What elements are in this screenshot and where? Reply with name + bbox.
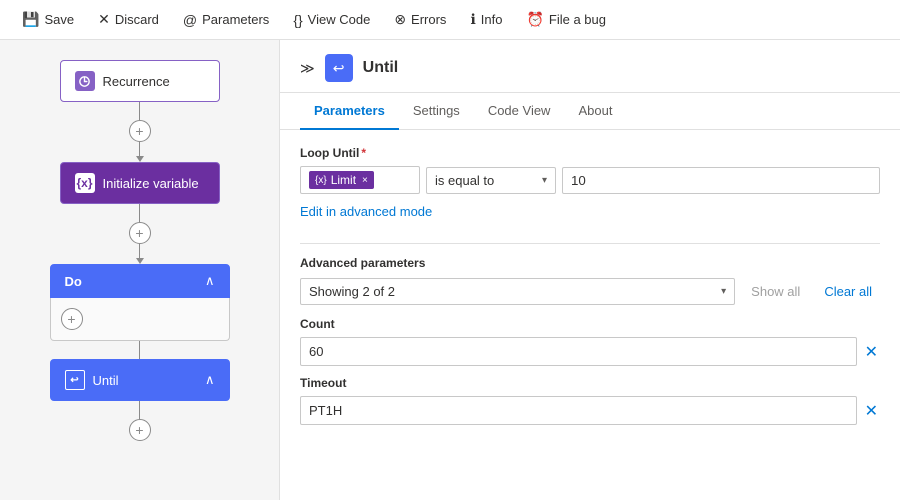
flow-canvas: Recurrence + {x} Initialize variable + D… xyxy=(0,40,280,500)
errors-label: Errors xyxy=(411,12,446,27)
line xyxy=(139,102,140,120)
discard-icon: ✕ xyxy=(98,11,110,28)
main-layout: Recurrence + {x} Initialize variable + D… xyxy=(0,40,900,500)
edit-advanced-mode-link[interactable]: Edit in advanced mode xyxy=(300,204,432,219)
file-bug-label: File a bug xyxy=(549,12,606,27)
tag-var-icon: {x} xyxy=(315,175,327,186)
panel-header: ≫ ↩ Until xyxy=(280,40,900,93)
line xyxy=(139,204,140,222)
condition-text: is equal to xyxy=(435,173,494,188)
tag-close-icon[interactable]: × xyxy=(362,175,368,186)
bug-icon: ⏰ xyxy=(526,11,543,28)
view-code-icon: {} xyxy=(293,12,302,28)
view-code-button[interactable]: {} View Code xyxy=(283,8,380,32)
showing-text: Showing 2 of 2 xyxy=(309,284,395,299)
add-step-btn-3[interactable]: + xyxy=(129,419,151,441)
tab-about[interactable]: About xyxy=(564,93,626,130)
expand-panel-icon[interactable]: ≫ xyxy=(300,60,315,77)
save-label: Save xyxy=(44,12,74,27)
clear-all-button[interactable]: Clear all xyxy=(816,280,880,303)
connector-3 xyxy=(139,341,140,359)
toolbar: 💾 Save ✕ Discard @ Parameters {} View Co… xyxy=(0,0,900,40)
tag-text: Limit xyxy=(331,173,356,187)
init-variable-node[interactable]: {x} Initialize variable xyxy=(60,162,220,204)
discard-button[interactable]: ✕ Discard xyxy=(88,7,169,32)
tab-parameters[interactable]: Parameters xyxy=(300,93,399,130)
info-button[interactable]: ℹ Info xyxy=(460,7,512,32)
until-collapse-icon: ∧ xyxy=(205,372,215,388)
until-label: Until xyxy=(93,373,119,388)
view-code-label: View Code xyxy=(308,12,371,27)
condition-select[interactable]: is equal to ▾ xyxy=(426,167,556,194)
count-clear-button[interactable]: ✕ xyxy=(863,340,880,364)
recurrence-icon xyxy=(75,71,95,91)
errors-icon: ⊗ xyxy=(394,11,406,28)
loop-until-row: {x} Limit × is equal to ▾ xyxy=(300,166,880,194)
do-header[interactable]: Do ∧ xyxy=(50,264,230,298)
divider xyxy=(300,243,880,244)
showing-select[interactable]: Showing 2 of 2 ▾ xyxy=(300,278,735,305)
do-block: Do ∧ + xyxy=(50,264,230,341)
errors-button[interactable]: ⊗ Errors xyxy=(384,7,456,32)
recurrence-label: Recurrence xyxy=(103,74,170,89)
parameters-button[interactable]: @ Parameters xyxy=(173,8,279,32)
connector-4: + xyxy=(129,401,151,441)
file-bug-button[interactable]: ⏰ File a bug xyxy=(516,7,616,32)
line2 xyxy=(139,142,140,156)
save-button[interactable]: 💾 Save xyxy=(12,7,84,32)
do-label: Do xyxy=(65,274,82,289)
connector-2: + xyxy=(129,204,151,264)
discard-label: Discard xyxy=(115,12,159,27)
count-input[interactable] xyxy=(300,337,857,366)
panel-tabs: Parameters Settings Code View About xyxy=(280,93,900,130)
right-panel: ≫ ↩ Until Parameters Settings Code View … xyxy=(280,40,900,500)
info-label: Info xyxy=(481,12,503,27)
loop-until-label: Loop Until* xyxy=(300,146,880,160)
until-node[interactable]: ↩ Until ∧ xyxy=(50,359,230,401)
timeout-input[interactable] xyxy=(300,396,857,425)
init-variable-label: Initialize variable xyxy=(103,176,199,191)
line xyxy=(139,341,140,359)
panel-title-icon: ↩ xyxy=(325,54,353,82)
timeout-field: Timeout ✕ xyxy=(300,376,880,425)
parameters-label: Parameters xyxy=(202,12,269,27)
showing-chevron-icon: ▾ xyxy=(721,286,726,297)
panel-content: Loop Until* {x} Limit × is equal to ▾ xyxy=(280,130,900,500)
required-marker: * xyxy=(361,146,366,160)
do-expand-icon: ∧ xyxy=(205,273,215,289)
add-step-btn-1[interactable]: + xyxy=(129,120,151,142)
do-container: + xyxy=(50,298,230,341)
count-field: Count ✕ xyxy=(300,317,880,366)
line2 xyxy=(139,244,140,258)
adv-select-row: Showing 2 of 2 ▾ Show all Clear all xyxy=(300,278,880,305)
advanced-params-label: Advanced parameters xyxy=(300,256,425,270)
variable-icon: {x} xyxy=(75,173,95,193)
timeout-clear-button[interactable]: ✕ xyxy=(863,399,880,423)
add-step-btn-do[interactable]: + xyxy=(61,308,83,330)
timeout-row: ✕ xyxy=(300,396,880,425)
limit-tag: {x} Limit × xyxy=(309,171,374,189)
tab-settings[interactable]: Settings xyxy=(399,93,474,130)
show-all-button[interactable]: Show all xyxy=(743,280,808,303)
connector-1: + xyxy=(129,102,151,162)
value-input[interactable] xyxy=(562,167,880,194)
loop-until-tag-input[interactable]: {x} Limit × xyxy=(300,166,420,194)
add-step-btn-2[interactable]: + xyxy=(129,222,151,244)
recurrence-node[interactable]: Recurrence xyxy=(60,60,220,102)
advanced-params-header: Advanced parameters xyxy=(300,256,880,270)
panel-title: Until xyxy=(363,59,399,77)
timeout-label: Timeout xyxy=(300,376,880,390)
info-icon: ℹ xyxy=(470,11,475,28)
line xyxy=(139,401,140,419)
until-icon: ↩ xyxy=(65,370,85,390)
loop-until-field: Loop Until* {x} Limit × is equal to ▾ xyxy=(300,146,880,194)
tab-code-view[interactable]: Code View xyxy=(474,93,565,130)
count-label: Count xyxy=(300,317,880,331)
until-inner: ↩ Until xyxy=(65,370,119,390)
count-row: ✕ xyxy=(300,337,880,366)
save-icon: 💾 xyxy=(22,11,39,28)
condition-chevron-icon: ▾ xyxy=(542,175,547,186)
parameters-icon: @ xyxy=(183,12,197,28)
